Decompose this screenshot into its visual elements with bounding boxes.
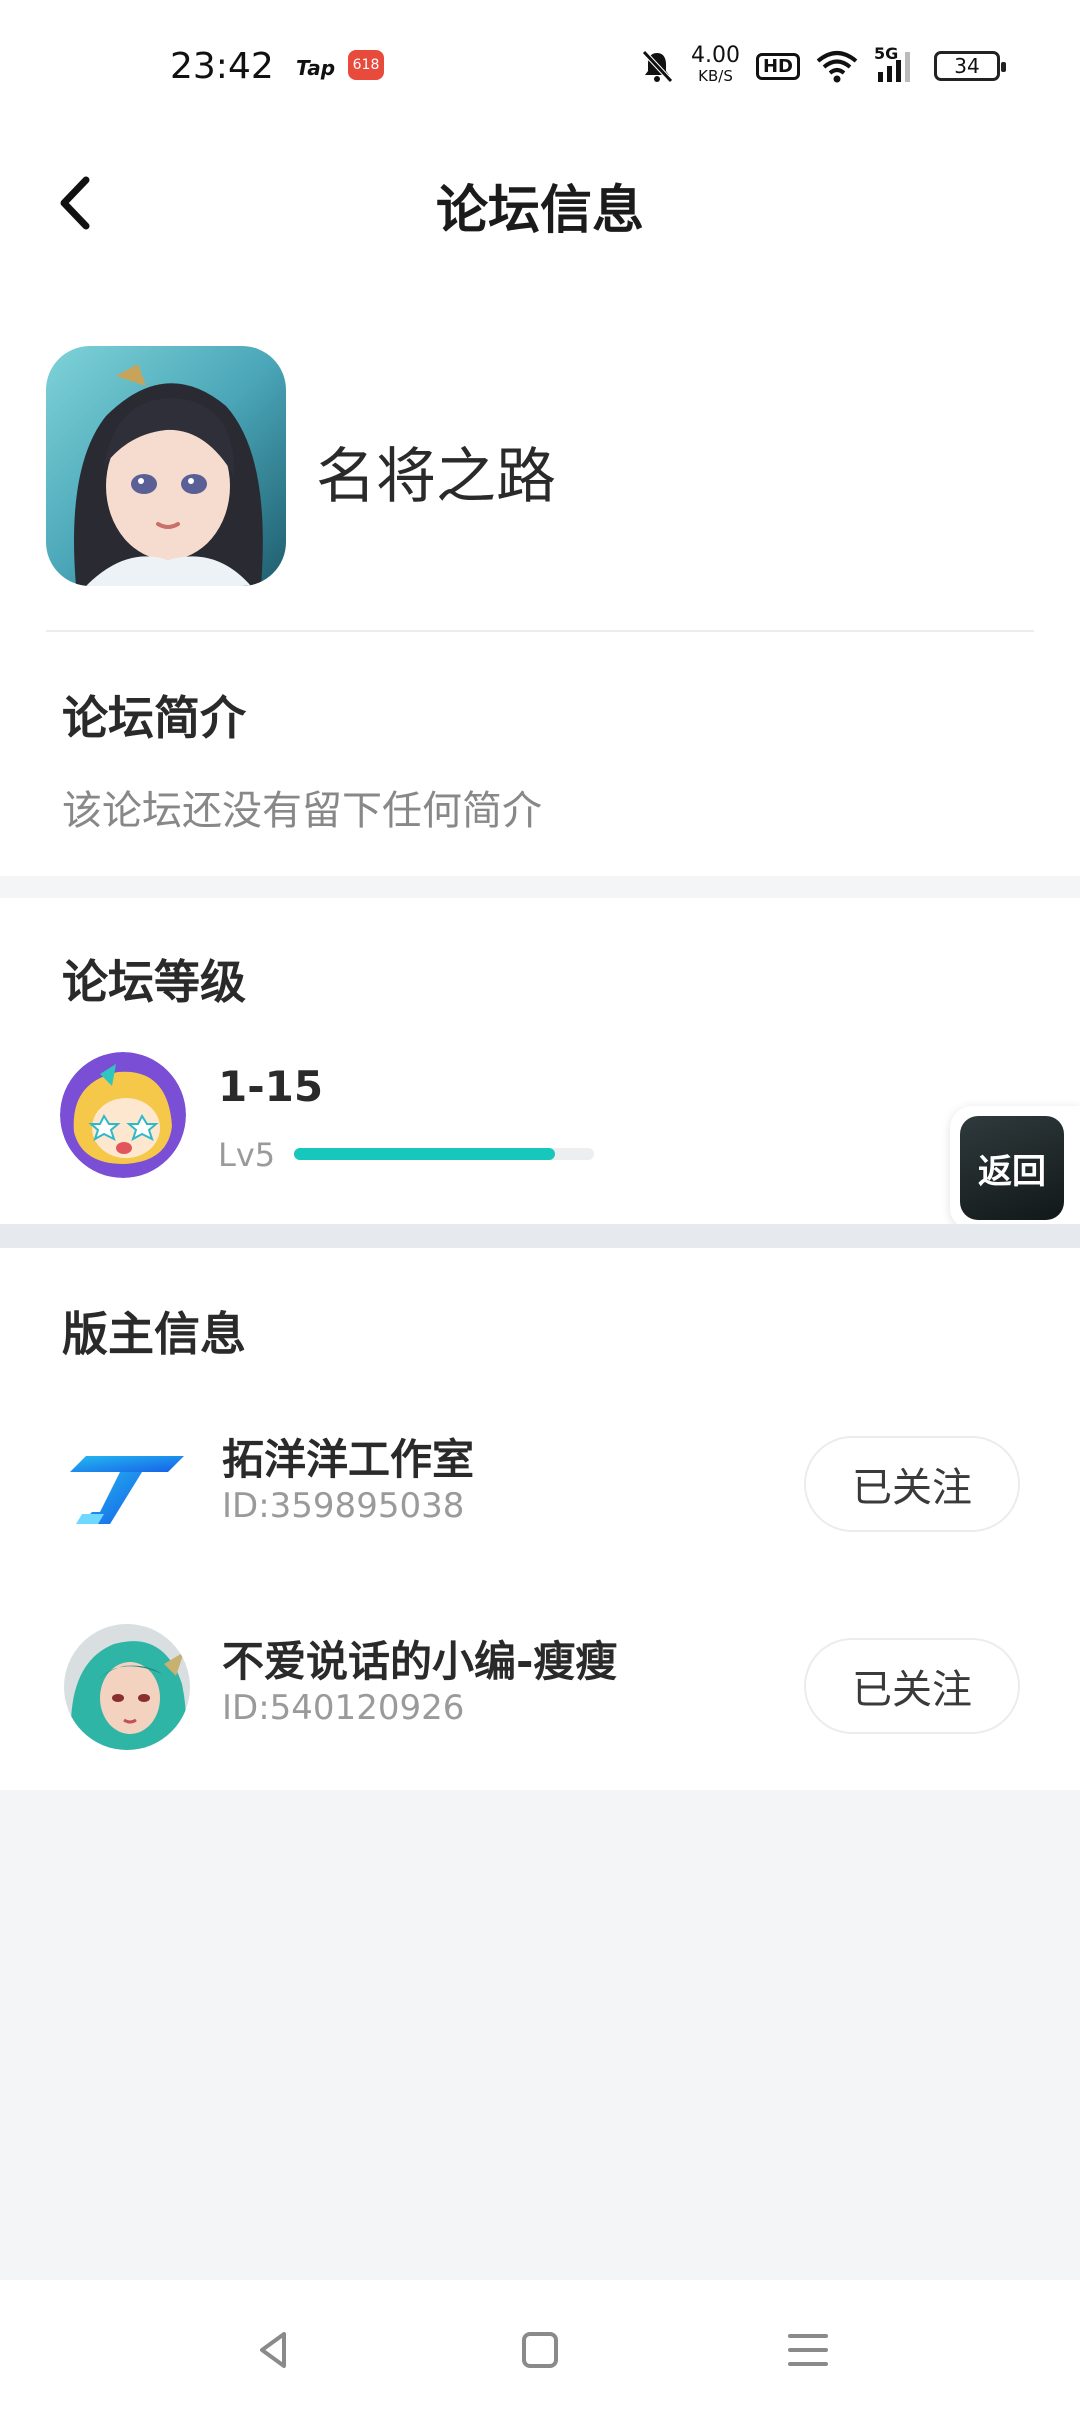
home-square-icon bbox=[522, 2332, 558, 2368]
level-progress-bar bbox=[294, 1148, 594, 1160]
forum-summary-card: 名将之路 论坛简介 该论坛还没有留下任何简介 bbox=[0, 280, 1080, 876]
status-time: 23:42 bbox=[170, 46, 274, 87]
moderator-name: 拓洋洋工作室 bbox=[222, 1435, 475, 1484]
followed-button[interactable]: 已关注 bbox=[804, 1638, 1020, 1734]
moderator-avatar[interactable] bbox=[64, 1422, 190, 1548]
net-speed-unit: KB/S bbox=[698, 67, 733, 85]
signal-icon: 5G bbox=[874, 44, 918, 84]
net-speed: 4.00 KB/S bbox=[691, 43, 740, 86]
forum-name: 名将之路 bbox=[316, 442, 556, 512]
moderator-id: ID:359895038 bbox=[222, 1486, 465, 1526]
level-section-title: 论坛等级 bbox=[62, 955, 246, 1009]
divider bbox=[46, 630, 1034, 632]
forum-info-page: 23:42 Tap 618 4.00 KB/S HD 5G 34 论坛信息 名将… bbox=[0, 0, 1080, 2412]
system-navigation-bar bbox=[0, 2280, 1080, 2412]
floating-return-label: 返回 bbox=[978, 1151, 1046, 1192]
tap-app-icon: Tap bbox=[296, 56, 336, 80]
page-title: 论坛信息 bbox=[435, 181, 644, 241]
nav-back-button[interactable] bbox=[244, 2320, 304, 2380]
nav-home-button[interactable] bbox=[510, 2320, 570, 2380]
moderators-card: 版主信息 拓洋洋工作室 ID:359895038 已关注 不爱说话的小编-瘦瘦 … bbox=[0, 1248, 1080, 1790]
moderator-row[interactable]: 拓洋洋工作室 ID:359895038 已关注 bbox=[0, 1406, 1080, 1556]
mute-icon bbox=[642, 50, 673, 83]
menu-lines-icon bbox=[788, 2334, 828, 2366]
moderator-name: 不爱说话的小编-瘦瘦 bbox=[222, 1637, 618, 1686]
status-right-group: 4.00 KB/S HD 5G 34 bbox=[639, 43, 1006, 88]
wifi-icon bbox=[816, 51, 858, 83]
level-mascot-icon bbox=[60, 1052, 186, 1178]
top-app-bar: 论坛信息 bbox=[0, 130, 1080, 280]
status-bar: 23:42 Tap 618 4.00 KB/S HD 5G 34 bbox=[0, 0, 1080, 130]
moderator-avatar[interactable] bbox=[64, 1624, 190, 1750]
moderators-section-title: 版主信息 bbox=[62, 1307, 246, 1361]
followed-button[interactable]: 已关注 bbox=[804, 1436, 1020, 1532]
shopping-app-icon: 618 bbox=[348, 50, 384, 80]
nav-recents-button[interactable] bbox=[778, 2320, 838, 2380]
level-range: 1-15 bbox=[218, 1062, 324, 1111]
battery-icon: 34 bbox=[934, 51, 1006, 81]
forum-level-card: 论坛等级 1-15 Lv5 bbox=[0, 898, 1080, 1224]
intro-section-title: 论坛简介 bbox=[62, 691, 246, 745]
hd-icon: HD bbox=[755, 52, 800, 80]
intro-text: 该论坛还没有留下任何简介 bbox=[62, 788, 542, 834]
moderator-row[interactable]: 不爱说话的小编-瘦瘦 ID:540120926 已关注 bbox=[0, 1608, 1080, 1758]
level-progress-fill bbox=[294, 1148, 555, 1160]
forum-avatar[interactable] bbox=[46, 346, 286, 586]
floating-return-button[interactable]: 返回 bbox=[950, 1106, 1080, 1230]
floating-return-thumbnail: 返回 bbox=[960, 1116, 1064, 1220]
moderator-id: ID:540120926 bbox=[222, 1688, 465, 1728]
back-triangle-icon bbox=[260, 2332, 286, 2368]
net-speed-value: 4.00 bbox=[691, 43, 740, 68]
section-separator bbox=[0, 1224, 1080, 1248]
current-level-label: Lv5 bbox=[218, 1136, 276, 1174]
